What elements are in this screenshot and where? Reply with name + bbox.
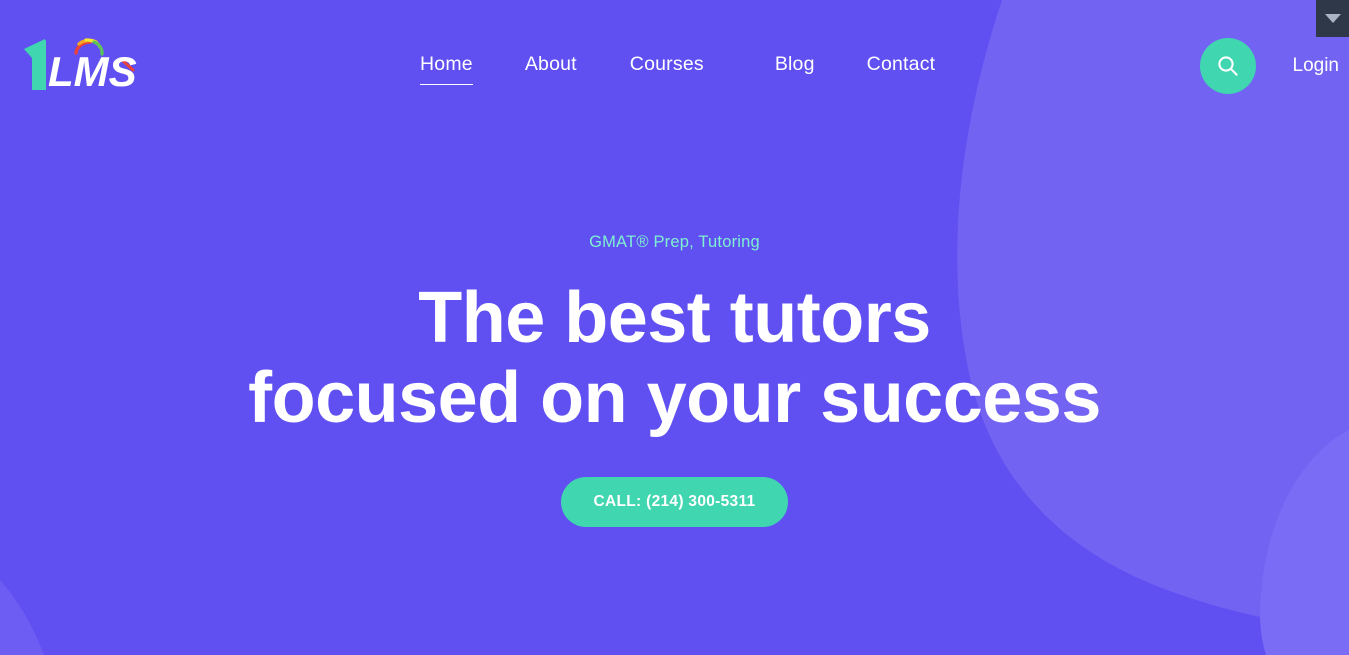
hero-blob-edge bbox=[1259, 430, 1349, 655]
browser-dropdown-chip[interactable] bbox=[1316, 0, 1349, 37]
site-header: LMS Home About Courses Blog Contact Logi… bbox=[0, 0, 1349, 132]
search-button[interactable] bbox=[1199, 38, 1256, 94]
nav-item-courses[interactable]: Courses bbox=[630, 53, 704, 85]
nav-item-home[interactable]: Home bbox=[420, 53, 473, 85]
nav-link-blog[interactable]: Blog bbox=[775, 53, 815, 85]
search-icon bbox=[1217, 56, 1238, 76]
nav-link-courses[interactable]: Courses bbox=[630, 53, 704, 85]
hero-title-line-2: focused on your success bbox=[248, 357, 1101, 438]
header-actions: Login bbox=[1199, 38, 1349, 94]
call-cta-button[interactable]: CALL: (214) 300-5311 bbox=[560, 476, 789, 527]
hero-title-line-1: The best tutors bbox=[418, 277, 931, 358]
nav-item-blog[interactable]: Blog bbox=[775, 53, 815, 85]
nav-link-about[interactable]: About bbox=[525, 53, 577, 85]
nav-link-contact[interactable]: Contact bbox=[867, 53, 936, 85]
brand-logo-mark: LMS bbox=[24, 38, 137, 95]
hero-eyebrow: GMAT® Prep, Tutoring bbox=[589, 233, 760, 251]
nav-item-contact[interactable]: Contact bbox=[867, 53, 936, 85]
login-link[interactable]: Login bbox=[1293, 55, 1340, 77]
brand-logo[interactable]: LMS bbox=[18, 36, 146, 95]
logo-wordmark: LMS bbox=[48, 48, 137, 94]
nav-list: Home About Courses Blog Contact bbox=[420, 53, 935, 85]
nav-link-home[interactable]: Home bbox=[420, 53, 473, 85]
hero-blob-corner bbox=[0, 580, 44, 655]
nav-item-about[interactable]: About bbox=[525, 53, 577, 85]
chevron-down-icon bbox=[1324, 13, 1341, 23]
hero-title: The best tutors focused on your success bbox=[248, 278, 1101, 438]
